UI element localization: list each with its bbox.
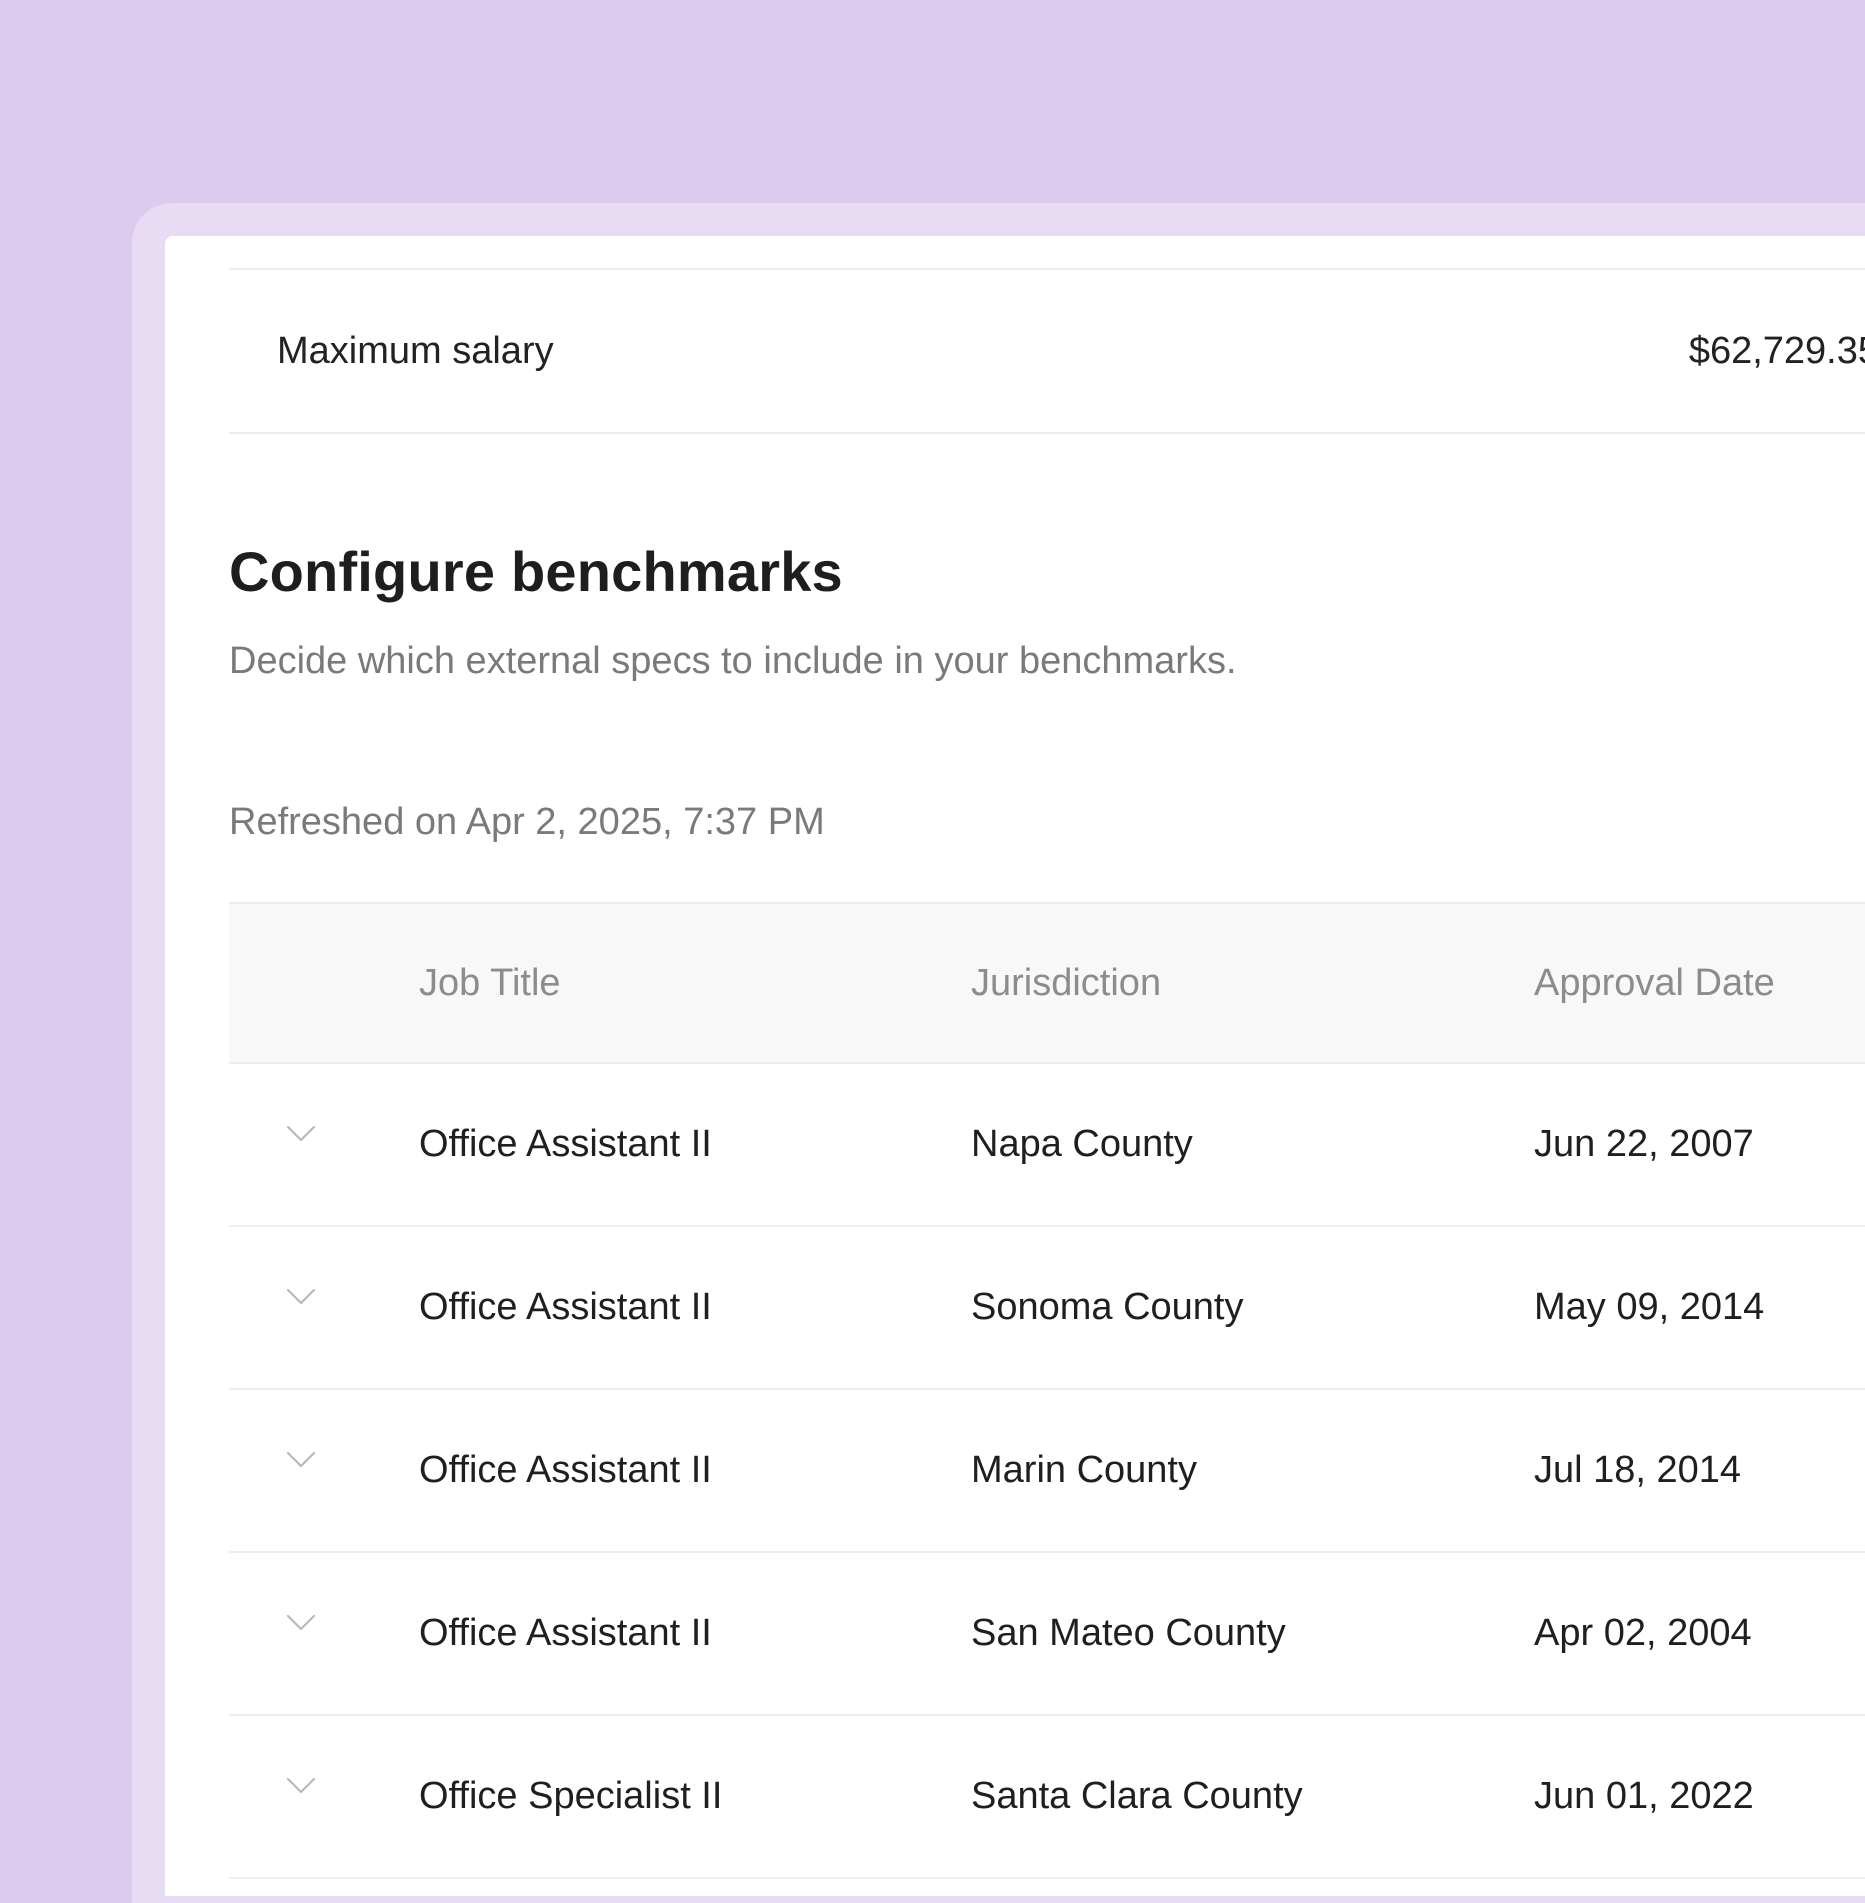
column-header-jurisdiction[interactable]: Jurisdiction — [971, 904, 1161, 1062]
section-description: Decide which external specs to include i… — [229, 640, 1237, 682]
table-row[interactable]: Office Assistant II Sonoma County May 09… — [229, 1227, 1865, 1390]
section-title: Configure benchmarks — [229, 540, 843, 603]
approval-date-cell: Jun 01, 2022 — [1534, 1775, 1754, 1817]
table-header: Job Title Jurisdiction Approval Date — [229, 902, 1865, 1064]
maximum-salary-label: Maximum salary — [277, 329, 554, 372]
approval-date-cell: Apr 02, 2004 — [1534, 1612, 1752, 1654]
refreshed-timestamp: Refreshed on Apr 2, 2025, 7:37 PM — [229, 801, 825, 843]
chevron-down-icon[interactable] — [285, 1124, 317, 1144]
approval-date-cell: Jul 18, 2014 — [1534, 1449, 1742, 1491]
chevron-down-icon[interactable] — [285, 1287, 317, 1307]
table-row[interactable]: Office Assistant II Marin County Jul 18,… — [229, 1390, 1865, 1553]
chevron-down-icon[interactable] — [285, 1613, 317, 1633]
table-row[interactable]: Office Assistant II Napa County Jun 22, … — [229, 1064, 1865, 1227]
benchmarks-card: Maximum salary $62,729.35 Configure benc… — [165, 236, 1865, 1896]
jurisdiction-cell: Marin County — [971, 1449, 1197, 1491]
job-title-cell: Office Assistant II — [419, 1612, 712, 1654]
chevron-down-icon[interactable] — [285, 1450, 317, 1470]
column-header-job-title[interactable]: Job Title — [419, 904, 561, 1062]
column-header-approval-date[interactable]: Approval Date — [1534, 904, 1775, 1062]
jurisdiction-cell: Napa County — [971, 1123, 1193, 1165]
benchmarks-table: Job Title Jurisdiction Approval Date Off… — [229, 902, 1865, 1879]
approval-date-cell: May 09, 2014 — [1534, 1286, 1765, 1328]
job-title-cell: Office Assistant II — [419, 1123, 712, 1165]
job-title-cell: Office Specialist II — [419, 1775, 723, 1817]
card-content: Maximum salary $62,729.35 Configure benc… — [229, 236, 1865, 1879]
jurisdiction-cell: Sonoma County — [971, 1286, 1244, 1328]
table-row[interactable]: Office Specialist II Santa Clara County … — [229, 1716, 1865, 1879]
jurisdiction-cell: San Mateo County — [971, 1612, 1286, 1654]
chevron-down-icon[interactable] — [285, 1776, 317, 1796]
job-title-cell: Office Assistant II — [419, 1286, 712, 1328]
table-row[interactable]: Office Assistant II San Mateo County Apr… — [229, 1553, 1865, 1716]
jurisdiction-cell: Santa Clara County — [971, 1775, 1303, 1817]
approval-date-cell: Jun 22, 2007 — [1534, 1123, 1754, 1165]
job-title-cell: Office Assistant II — [419, 1449, 712, 1491]
divider — [229, 432, 1865, 434]
maximum-salary-value: $62,729.35 — [1688, 329, 1865, 372]
maximum-salary-row: Maximum salary $62,729.35 — [229, 270, 1865, 432]
